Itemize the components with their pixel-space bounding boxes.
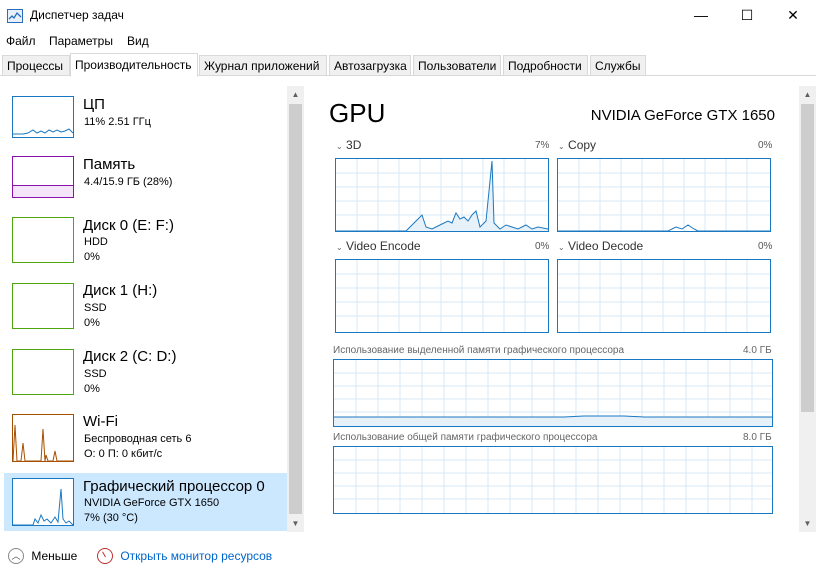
shared-memory-graph bbox=[333, 446, 773, 514]
sidebar-item-wifi[interactable]: Wi-Fi Беспроводная сеть 6 О: 0 П: 0 кбит… bbox=[4, 409, 287, 471]
tab-performance[interactable]: Производительность bbox=[70, 53, 198, 77]
sidebar-item-memory[interactable]: Память 4.4/15.9 ГБ (28%) bbox=[4, 150, 287, 212]
sidebar-item-usage: 0% bbox=[84, 317, 100, 329]
engine-video-encode-selector[interactable]: ⌄ Video Encode bbox=[336, 239, 421, 253]
scroll-up-icon[interactable]: ▲ bbox=[799, 86, 816, 103]
disk-1-thumbnail-graph bbox=[12, 283, 74, 329]
tab-processes[interactable]: Процессы bbox=[2, 55, 70, 76]
engine-video-decode-selector[interactable]: ⌄ Video Decode bbox=[558, 239, 643, 253]
engine-percent: 0% bbox=[758, 241, 773, 252]
engine-label: Copy bbox=[568, 138, 597, 152]
engine-video-encode-graph bbox=[335, 259, 549, 333]
window-title: Диспетчер задач bbox=[30, 8, 124, 22]
details-scrollbar[interactable]: ▲ ▼ bbox=[799, 86, 816, 532]
dedicated-memory-max: 4.0 ГБ bbox=[743, 345, 772, 356]
engine-copy-selector[interactable]: ⌄ Copy bbox=[558, 138, 596, 152]
gpu-model-name: NVIDIA GeForce GTX 1650 bbox=[590, 107, 775, 124]
resource-monitor-label: Открыть монитор ресурсов bbox=[120, 549, 273, 563]
engine-label: Video Decode bbox=[568, 239, 644, 253]
engine-copy-graph bbox=[557, 158, 771, 232]
title-bar: Диспетчер задач — ☐ ✕ bbox=[0, 0, 816, 32]
engine-label: 3D bbox=[346, 138, 362, 152]
scroll-down-icon[interactable]: ▼ bbox=[287, 515, 304, 532]
sidebar-item-disk-0[interactable]: Диск 0 (E: F:) HDD 0% bbox=[4, 211, 287, 273]
sidebar-item-model: NVIDIA GeForce GTX 1650 bbox=[84, 497, 220, 509]
tab-users[interactable]: Пользователи bbox=[413, 55, 501, 76]
fewer-details-button[interactable]: ︿ Меньше bbox=[8, 548, 77, 564]
sidebar-item-title: Диск 1 (H:) bbox=[83, 282, 158, 299]
engine-percent: 0% bbox=[758, 140, 773, 151]
sidebar-item-type: HDD bbox=[84, 236, 108, 248]
engine-3d-graph bbox=[335, 158, 549, 232]
menu-file[interactable]: Файл bbox=[6, 34, 36, 48]
page-title: GPU bbox=[329, 98, 386, 128]
scroll-down-icon[interactable]: ▼ bbox=[799, 515, 816, 532]
engine-video-decode-graph bbox=[557, 259, 771, 333]
tab-services[interactable]: Службы bbox=[590, 55, 646, 76]
engine-3d-selector[interactable]: ⌄ 3D bbox=[336, 138, 361, 152]
tab-details[interactable]: Подробности bbox=[503, 55, 588, 76]
sidebar-item-detail: 4.4/15.9 ГБ (28%) bbox=[84, 176, 173, 188]
resource-list: ЦП 11% 2.51 ГГц Память 4.4/15.9 ГБ (28%)… bbox=[0, 78, 304, 533]
menu-bar: Файл Параметры Вид bbox=[0, 32, 816, 52]
sidebar-item-type: SSD bbox=[84, 368, 107, 380]
sidebar-scrollbar[interactable]: ▲ ▼ bbox=[287, 86, 304, 532]
engine-percent: 7% bbox=[535, 140, 550, 151]
disk-0-thumbnail-graph bbox=[12, 217, 74, 263]
open-resource-monitor-link[interactable]: Открыть монитор ресурсов bbox=[97, 548, 272, 564]
sidebar-item-disk-2[interactable]: Диск 2 (C: D:) SSD 0% bbox=[4, 343, 287, 405]
footer: ︿ Меньше Открыть монитор ресурсов bbox=[0, 540, 816, 580]
sidebar-scroll-thumb[interactable] bbox=[289, 104, 302, 514]
sidebar-item-title: Диск 0 (E: F:) bbox=[83, 217, 174, 234]
sidebar-item-type: SSD bbox=[84, 302, 107, 314]
chevron-up-icon: ︿ bbox=[8, 548, 24, 564]
close-button[interactable]: ✕ bbox=[770, 0, 816, 30]
menu-view[interactable]: Вид bbox=[127, 34, 149, 48]
engine-label: Video Encode bbox=[346, 239, 421, 253]
sidebar-item-title: Диск 2 (C: D:) bbox=[83, 348, 177, 365]
chevron-down-icon: ⌄ bbox=[336, 243, 343, 252]
sidebar-item-usage: 7% (30 °C) bbox=[84, 512, 138, 524]
chevron-down-icon: ⌄ bbox=[336, 142, 343, 151]
shared-memory-max: 8.0 ГБ bbox=[743, 432, 772, 443]
sidebar-item-usage: 0% bbox=[84, 251, 100, 263]
memory-thumbnail-graph bbox=[12, 156, 74, 198]
tab-startup[interactable]: Автозагрузка bbox=[329, 55, 411, 76]
disk-2-thumbnail-graph bbox=[12, 349, 74, 395]
sidebar-item-title: ЦП bbox=[83, 96, 105, 113]
sidebar-item-gpu-0[interactable]: Графический процессор 0 NVIDIA GeForce G… bbox=[4, 473, 287, 531]
gpu-details-panel: GPU NVIDIA GeForce GTX 1650 ⌄ 3D 7% ⌄ Co… bbox=[305, 78, 816, 533]
chevron-down-icon: ⌄ bbox=[558, 142, 565, 151]
wifi-thumbnail-graph bbox=[12, 414, 74, 462]
details-scroll-thumb[interactable] bbox=[801, 104, 814, 412]
maximize-button[interactable]: ☐ bbox=[724, 0, 770, 30]
sidebar-item-cpu[interactable]: ЦП 11% 2.51 ГГц bbox=[4, 90, 287, 152]
resource-monitor-icon bbox=[97, 548, 113, 564]
sidebar-item-title: Графический процессор 0 bbox=[83, 478, 265, 495]
sidebar-item-adapter: Беспроводная сеть 6 bbox=[84, 433, 192, 445]
menu-options[interactable]: Параметры bbox=[49, 34, 113, 48]
tab-bar: Процессы Производительность Журнал прило… bbox=[0, 53, 816, 77]
sidebar-item-throughput: О: 0 П: 0 кбит/с bbox=[84, 448, 163, 460]
gpu-thumbnail-graph bbox=[12, 478, 74, 526]
sidebar-item-detail: 11% 2.51 ГГц bbox=[84, 116, 151, 128]
sidebar-item-title: Wi-Fi bbox=[83, 413, 118, 430]
tab-app-history[interactable]: Журнал приложений bbox=[199, 55, 327, 76]
shared-memory-label: Использование общей памяти графического … bbox=[333, 432, 598, 443]
sidebar-item-title: Память bbox=[83, 156, 136, 173]
sidebar-item-disk-1[interactable]: Диск 1 (H:) SSD 0% bbox=[4, 277, 287, 339]
engine-percent: 0% bbox=[535, 241, 550, 252]
minimize-button[interactable]: — bbox=[678, 0, 724, 30]
cpu-thumbnail-graph bbox=[12, 96, 74, 138]
fewer-details-label: Меньше bbox=[31, 549, 78, 563]
dedicated-memory-graph bbox=[333, 359, 773, 427]
dedicated-memory-label: Использование выделенной памяти графичес… bbox=[333, 345, 625, 356]
chevron-down-icon: ⌄ bbox=[558, 243, 565, 252]
scroll-up-icon[interactable]: ▲ bbox=[287, 86, 304, 103]
sidebar-item-usage: 0% bbox=[84, 383, 100, 395]
task-manager-icon bbox=[7, 9, 23, 23]
